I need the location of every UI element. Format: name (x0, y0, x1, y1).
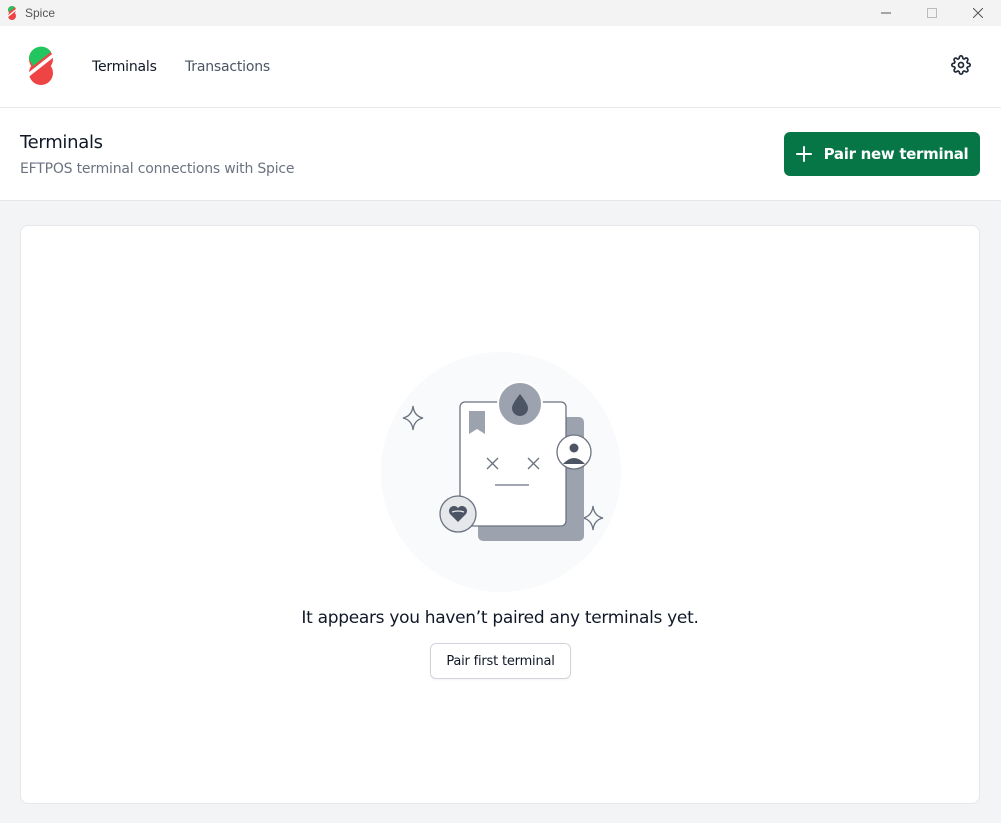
page-subtitle: EFTPOS terminal connections with Spice (20, 161, 295, 177)
window-title: Spice (25, 6, 56, 20)
page-title: Terminals (20, 132, 103, 153)
empty-state-illustration (381, 352, 621, 592)
plus-icon (795, 146, 812, 162)
top-navigation: Terminals Transactions (0, 26, 1001, 108)
window-controls (863, 0, 1001, 26)
close-button[interactable] (955, 0, 1001, 26)
close-icon (973, 8, 983, 18)
empty-state-message: It appears you haven’t paired any termin… (301, 608, 699, 628)
window-titlebar: Spice (0, 0, 1001, 26)
nav-tab-terminals[interactable]: Terminals (92, 59, 157, 75)
maximize-icon (927, 8, 937, 18)
pair-first-terminal-button[interactable]: Pair first terminal (430, 643, 571, 679)
page-header: Terminals EFTPOS terminal connections wi… (0, 108, 1001, 201)
minimize-button[interactable] (863, 0, 909, 26)
nav-tab-transactions[interactable]: Transactions (185, 59, 270, 75)
pair-new-terminal-label: Pair new terminal (823, 145, 969, 163)
terminals-card: It appears you haven’t paired any termin… (20, 225, 980, 804)
maximize-button[interactable] (909, 0, 955, 26)
spice-logo[interactable] (25, 46, 57, 86)
gear-icon[interactable] (951, 55, 971, 75)
minimize-icon (881, 12, 891, 14)
pair-new-terminal-button[interactable]: Pair new terminal (784, 132, 980, 176)
app-logo-icon (6, 6, 18, 20)
